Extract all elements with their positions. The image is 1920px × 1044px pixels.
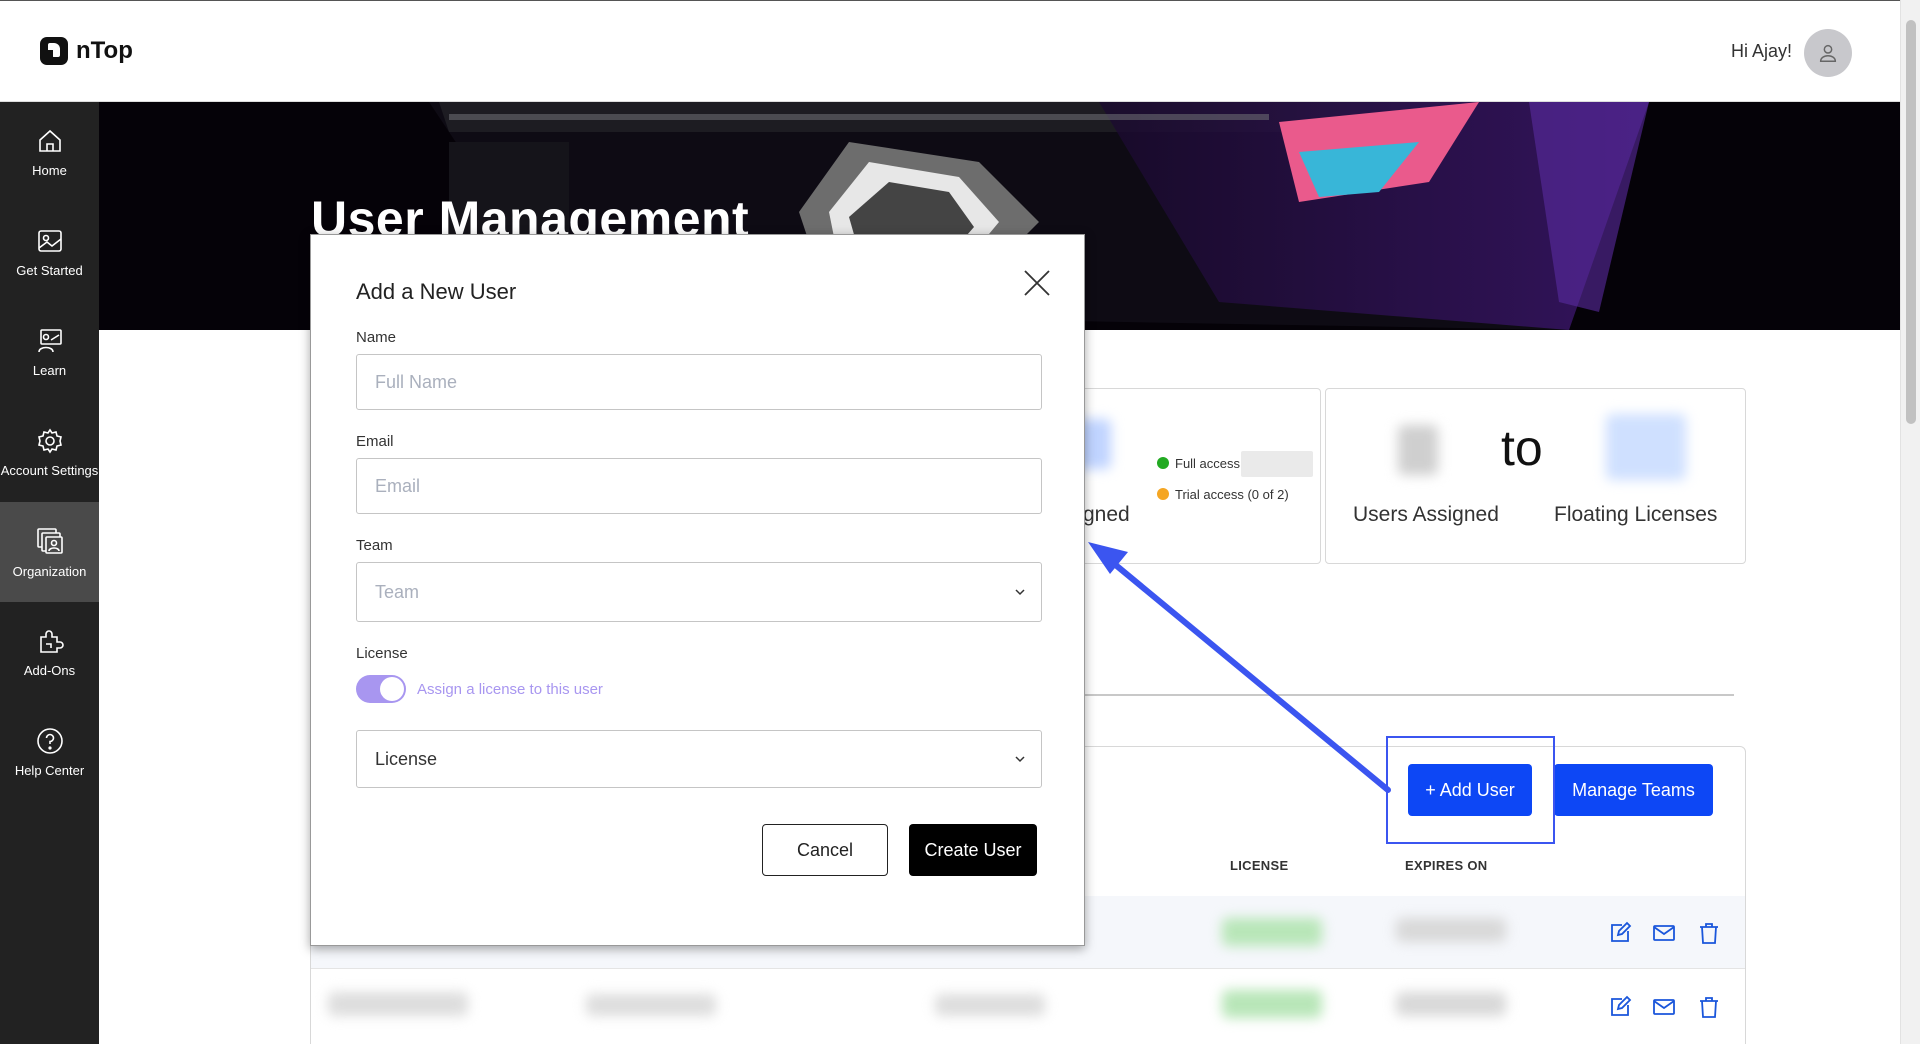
organization-icon <box>36 527 63 554</box>
puzzle-icon <box>39 629 64 653</box>
home-icon <box>38 129 61 152</box>
name-label: Name <box>356 329 397 346</box>
sidebar-item-label: Organization <box>12 563 87 579</box>
blurred-cell <box>328 992 468 1016</box>
license-select[interactable]: License <box>356 730 1042 788</box>
row-divider <box>311 968 1745 969</box>
sidebar-item-add-ons[interactable]: Add-Ons <box>0 602 99 702</box>
chevron-down-icon <box>1015 756 1025 763</box>
help-icon <box>36 727 63 754</box>
blurred-cell <box>1396 992 1506 1016</box>
blurred-cell <box>1222 918 1322 946</box>
team-label: Team <box>356 537 393 554</box>
blurred-cell <box>1396 918 1506 942</box>
brand-logo[interactable]: nTop <box>40 37 133 65</box>
sidebar-item-label: Add-Ons <box>23 662 76 678</box>
sidebar-item-get-started[interactable]: Get Started <box>0 202 99 302</box>
user-greeting: Hi Ajay! <box>1730 41 1792 61</box>
team-select[interactable]: Team <box>356 562 1042 622</box>
legend-trial-access: Trial access (0 of 2) <box>1157 487 1289 502</box>
page-scrollbar[interactable] <box>1900 0 1920 1044</box>
create-user-button[interactable]: Create User <box>909 824 1037 876</box>
assign-license-toggle[interactable] <box>356 675 406 703</box>
floating-licenses-card: to Users Assigned Floating Licenses <box>1325 388 1746 564</box>
sidebar-item-label: Learn <box>32 362 67 378</box>
sidebar-item-learn[interactable]: Learn <box>0 302 99 402</box>
sidebar-item-account-settings[interactable]: Account Settings <box>0 402 99 502</box>
gear-icon <box>37 428 62 453</box>
user-avatar-icon[interactable] <box>1804 29 1852 77</box>
users-assigned-label: Users Assigned <box>1353 503 1499 526</box>
chevron-down-icon <box>1015 589 1025 596</box>
sidebar-item-organization[interactable]: Organization <box>0 502 99 602</box>
ntop-logo-icon <box>40 37 68 65</box>
email-label: Email <box>356 433 394 450</box>
manage-teams-button[interactable]: Manage Teams <box>1554 764 1713 816</box>
sidebar-item-label: Help Center <box>14 762 85 778</box>
email-input[interactable] <box>356 458 1042 514</box>
license-card-partial-label: gned <box>1083 503 1130 526</box>
cancel-button[interactable]: Cancel <box>762 824 888 876</box>
blurred-value <box>1398 425 1438 475</box>
learn-icon <box>37 328 62 352</box>
connector-text: to <box>1501 420 1543 476</box>
team-select-placeholder: Team <box>375 581 420 602</box>
license-label: License <box>356 645 408 662</box>
sidebar-item-label: Account Settings <box>0 462 99 478</box>
edit-icon[interactable] <box>1607 994 1633 1020</box>
green-dot-icon <box>1157 457 1169 469</box>
mail-icon[interactable] <box>1651 994 1677 1020</box>
top-header: nTop Hi Ajay! <box>0 0 1900 102</box>
sidebar-item-home[interactable]: Home <box>0 102 99 202</box>
column-header-expires-on: EXPIRES ON <box>1405 858 1488 873</box>
annotation-highlight-box <box>1386 736 1555 844</box>
full-name-input[interactable] <box>356 354 1042 410</box>
edit-icon[interactable] <box>1607 920 1633 946</box>
blurred-value <box>1606 414 1686 480</box>
image-icon <box>37 229 62 252</box>
orange-dot-icon <box>1157 488 1169 500</box>
blurred-value <box>1241 451 1313 477</box>
brand-name: nTop <box>76 37 133 64</box>
blurred-cell <box>586 994 716 1016</box>
add-user-modal: Add a New User Name Email Team Team Lice… <box>310 234 1085 946</box>
scrollbar-thumb[interactable] <box>1906 20 1916 424</box>
mail-icon[interactable] <box>1651 920 1677 946</box>
trash-icon[interactable] <box>1696 994 1722 1020</box>
sidebar-item-help-center[interactable]: Help Center <box>0 702 99 802</box>
section-divider <box>1085 694 1734 696</box>
column-header-license: LICENSE <box>1230 858 1289 873</box>
blurred-cell <box>1222 990 1322 1018</box>
toggle-knob <box>380 677 404 701</box>
sidebar-nav: Home Get Started Learn Account Settings … <box>0 102 99 1044</box>
legend-full-access: Full access <box>1157 456 1240 471</box>
sidebar-item-label: Get Started <box>16 262 83 278</box>
trash-icon[interactable] <box>1696 920 1722 946</box>
floating-licenses-label: Floating Licenses <box>1554 503 1718 526</box>
license-select-value: License <box>375 748 438 769</box>
assign-license-text: Assign a license to this user <box>417 681 603 698</box>
blurred-cell <box>935 994 1045 1016</box>
close-icon[interactable] <box>1019 265 1055 301</box>
sidebar-item-label: Home <box>32 162 67 178</box>
modal-title: Add a New User <box>356 279 517 304</box>
